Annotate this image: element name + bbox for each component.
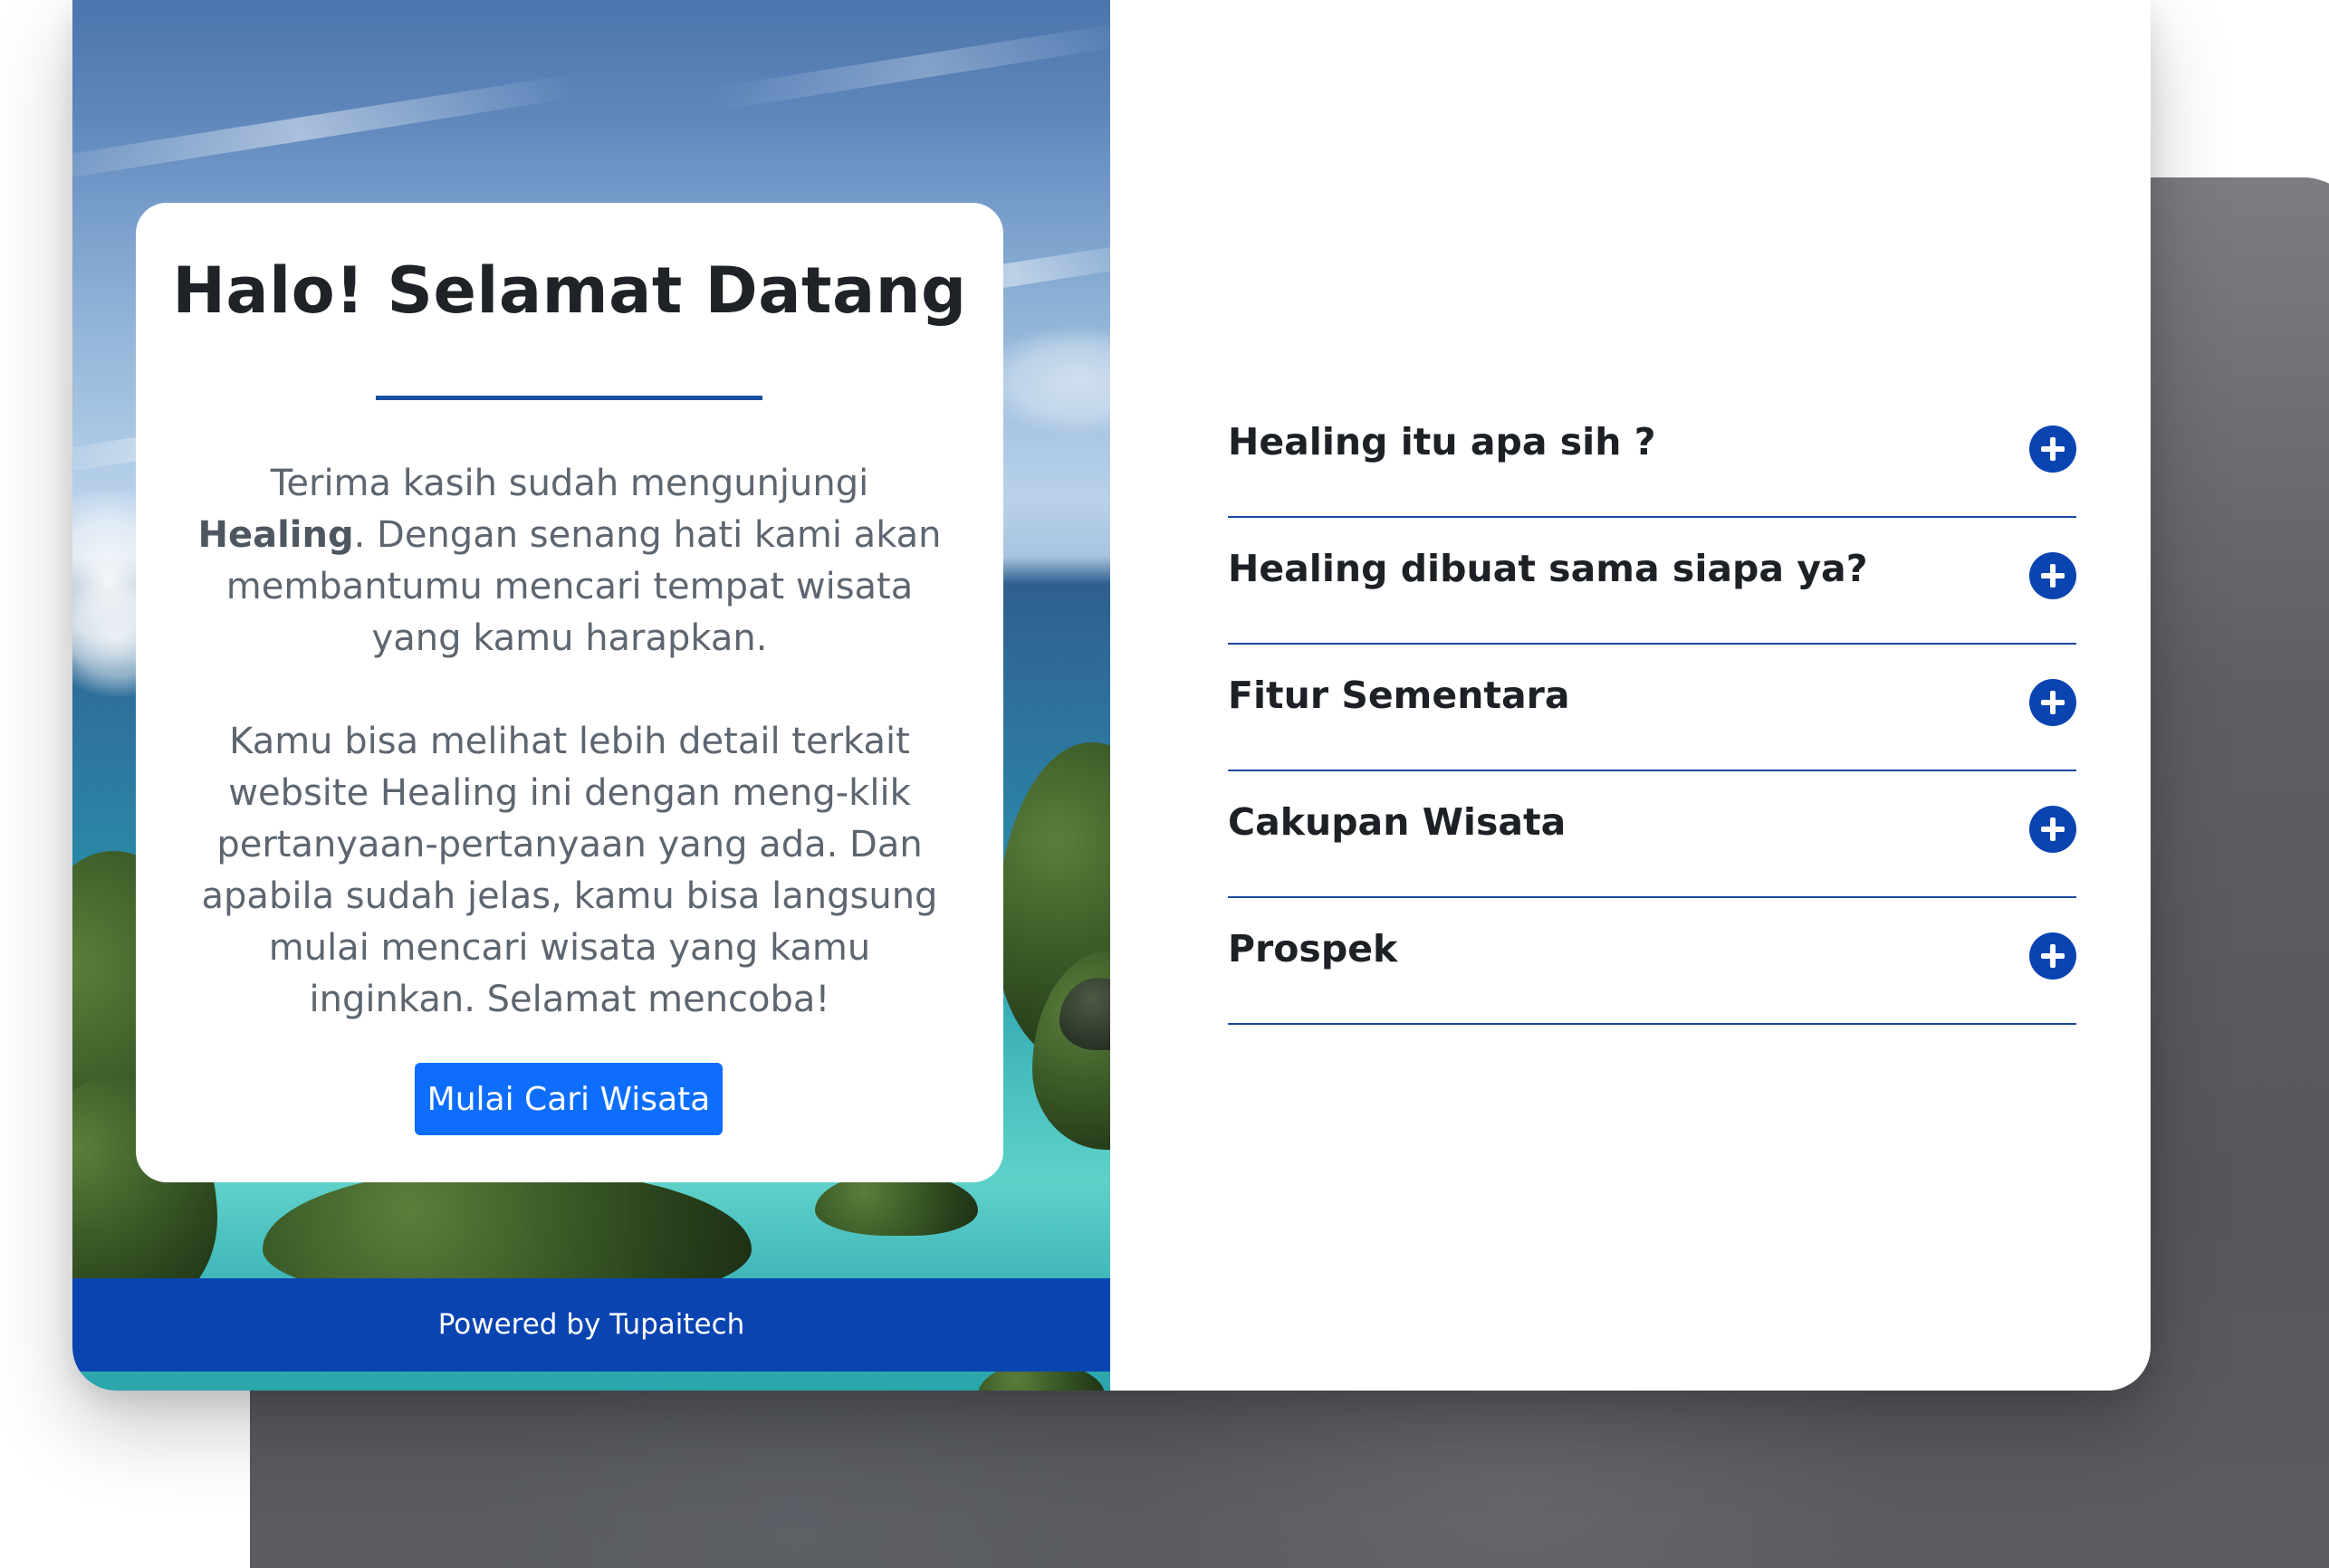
faq-question: Cakupan Wisata [1228,800,1567,844]
page: Halo! Selamat Datang Terima kasih sudah … [0,0,2329,1568]
faq-item-current-features[interactable]: Fitur Sementara [1228,645,2076,771]
sky-streak [72,73,579,186]
faq-question: Healing itu apa sih ? [1228,420,1656,464]
welcome-paragraph-1-text: Terima kasih sudah mengunjungi [270,463,869,504]
sky-streak [706,20,1110,112]
welcome-title: Halo! Selamat Datang [172,253,967,328]
welcome-card: Halo! Selamat Datang Terima kasih sudah … [136,203,1003,1182]
faq-item-who-made-healing[interactable]: Healing dibuat sama siapa ya? [1228,518,2076,645]
faq-question: Healing dibuat sama siapa ya? [1228,547,1868,590]
scenic-background-image: Halo! Selamat Datang Terima kasih sudah … [72,0,1110,1391]
faq-accordion: Healing itu apa sih ? Healing dibuat sam… [1228,391,2076,1025]
faq-item-what-is-healing[interactable]: Healing itu apa sih ? [1228,391,2076,518]
plus-circle-icon[interactable] [2029,806,2076,853]
start-search-button[interactable]: Mulai Cari Wisata [415,1063,723,1135]
welcome-paragraph-1: Terima kasih sudah mengunjungi Healing. … [181,458,958,664]
faq-question: Fitur Sementara [1228,674,1570,717]
faq-item-prospects[interactable]: Prospek [1228,898,2076,1025]
brand-name-highlight: Healing [197,514,354,556]
plus-circle-icon[interactable] [2029,425,2076,473]
plus-circle-icon[interactable] [2029,679,2076,726]
faq-item-tourism-coverage[interactable]: Cakupan Wisata [1228,771,2076,898]
welcome-paragraph-2: Kamu bisa melihat lebih detail terkait w… [201,721,938,1020]
plus-circle-icon[interactable] [2029,932,2076,980]
faq-question: Prospek [1228,927,1398,970]
title-divider [376,396,762,400]
plus-circle-icon[interactable] [2029,552,2076,599]
powered-by-footer: Powered by Tupaitech [72,1278,1110,1372]
main-card: Halo! Selamat Datang Terima kasih sudah … [72,0,2151,1391]
